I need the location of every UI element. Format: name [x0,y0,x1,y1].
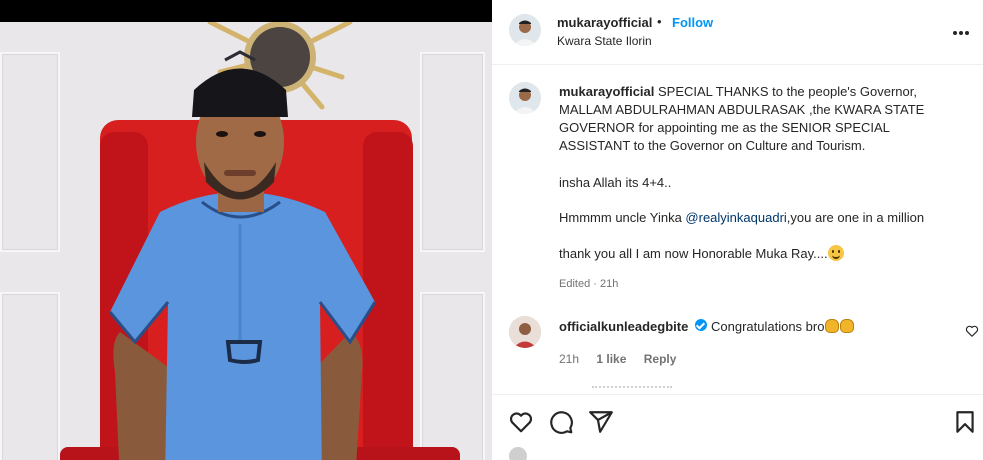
bookmark-icon[interactable] [952,409,978,435]
comment-text: Congratulations bro [711,319,855,334]
top-black-bar [0,0,492,22]
reply-button[interactable]: Reply [644,352,677,366]
edited-label: Edited [559,278,591,290]
caption-paragraph-2: insha Allah its 4+4.. [559,175,672,190]
caption-text-segment: Hmmmm uncle Yinka [559,210,686,225]
comment-time[interactable]: 21h [559,352,579,366]
caption-line-4: ASSISTANT to the Governor on Culture and… [559,138,866,153]
post-side-panel: mukarayofficial • Follow Kwara State Ilo… [492,0,983,460]
man-in-blue-attire [108,50,377,460]
avatar[interactable] [509,14,541,46]
caption-line-1: SPECIAL THANKS to the people's Governor, [654,84,917,99]
clapping-hands-icon [840,319,855,333]
wall-panel [420,52,485,252]
share-icon[interactable] [588,409,614,435]
caption-timestamp[interactable]: 21h [600,278,618,290]
caption-line-2: MALLAM ABDULRAHMAN ABDULRASAK ,the KWARA… [559,102,925,117]
more-options-icon[interactable] [953,22,973,38]
wall-panel [0,52,60,252]
avatar[interactable] [509,82,541,114]
caption-text-segment: thank you all I am now Honorable Muka Ra… [559,246,828,261]
comment-meta: 21h 1 like Reply [559,352,690,366]
comment-username[interactable]: officialkunleadegbite [559,319,688,334]
wall-panel [0,292,60,460]
action-bar [492,394,983,460]
caption-edited-time: Edited · 21h [559,278,618,290]
grinning-emoji-icon [827,245,844,261]
heart-icon[interactable] [508,409,534,435]
comment-like-heart-icon[interactable] [965,324,979,338]
liked-by-peek [509,447,533,460]
clapping-hands-icon [825,319,840,333]
post-header: mukarayofficial • Follow Kwara State Ilo… [492,0,983,65]
wall-panel [420,292,485,460]
follow-button[interactable]: Follow [672,15,713,30]
post-photo[interactable] [0,22,492,460]
separator-dot: • [657,14,662,29]
commenter-avatar[interactable] [509,316,541,348]
liker-avatar [509,447,527,460]
comment-icon[interactable] [548,409,574,435]
caption-line-3: GOVERNOR for appointing me as the SENIOR… [559,120,890,135]
caption-text: mukarayofficial SPECIAL THANKS to the pe… [559,83,959,155]
next-comment-peek [592,386,672,390]
caption-paragraph-4: thank you all I am now Honorable Muka Ra… [559,245,844,263]
post-author-username[interactable]: mukarayofficial [557,15,652,30]
comment-likes[interactable]: 1 like [596,352,626,366]
caption-username[interactable]: mukarayofficial [559,84,654,99]
mention-link[interactable]: @realyinkaquadri [685,210,786,225]
verified-badge-icon [695,319,707,331]
caption-paragraph-3: Hmmmm uncle Yinka @realyinkaquadri,you a… [559,209,924,227]
edited-separator: · [590,278,600,290]
comment-body: Congratulations bro [711,319,825,334]
caption-text-segment: ,you are one in a million [786,210,925,225]
location-link[interactable]: Kwara State Ilorin [557,34,652,48]
